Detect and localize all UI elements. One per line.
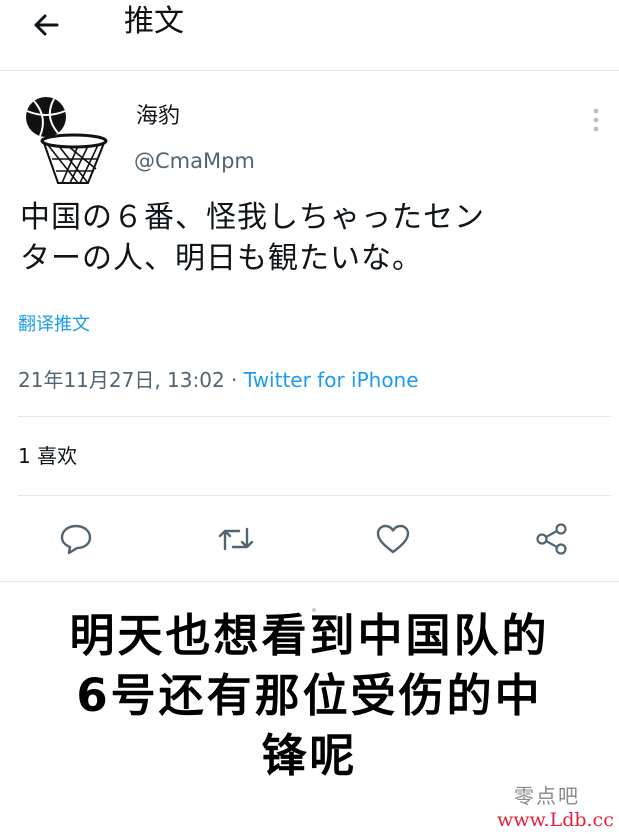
tweet-detail: 海豹 @CmaMpm 中国の６番、怪我しちゃったセン ターの人、明日も観たいな。…	[0, 71, 619, 582]
back-button[interactable]	[26, 5, 66, 45]
reply-button[interactable]	[56, 519, 96, 559]
divider	[18, 416, 611, 417]
reply-icon	[60, 524, 92, 555]
translate-tweet-link[interactable]: 翻译推文	[18, 313, 90, 337]
more-vertical-icon	[593, 108, 599, 132]
retweet-button[interactable]	[216, 519, 256, 559]
caption-line: 6号还有那位受伤的中	[76, 669, 543, 722]
top-bar: 推文	[0, 0, 619, 71]
watermark-url: www.Ldb.cc	[497, 809, 614, 831]
basketball-hoop-icon	[26, 97, 108, 184]
more-options-button[interactable]	[586, 105, 606, 135]
heart-icon	[376, 524, 410, 554]
author-display-name[interactable]: 海豹	[136, 103, 180, 131]
likes-count[interactable]: 1 喜欢	[18, 443, 77, 469]
arrow-left-icon	[34, 14, 59, 36]
tweet-text: 中国の６番、怪我しちゃったセン ターの人、明日も観たいな。	[20, 197, 610, 279]
tweet-source-link[interactable]: Twitter for iPhone	[244, 368, 419, 392]
retweet-icon	[218, 527, 254, 551]
page-title: 推文	[124, 4, 184, 39]
avatar[interactable]	[18, 89, 114, 189]
caption-line: 明天也想看到中国队的	[69, 609, 550, 662]
tweet-meta: 21年11月27日, 13:02 · Twitter for iPhone	[18, 367, 419, 393]
meta-separator: ·	[224, 368, 244, 392]
share-icon	[536, 523, 567, 555]
divider	[18, 495, 611, 496]
author-handle[interactable]: @CmaMpm	[134, 148, 255, 174]
watermark-site-name: 零点吧	[514, 784, 580, 808]
caption-line: 锋呢	[261, 729, 358, 782]
share-button[interactable]	[532, 519, 572, 559]
tweet-timestamp[interactable]: 21年11月27日, 13:02	[18, 368, 225, 392]
like-button[interactable]	[373, 519, 413, 559]
tweet-text-line: 中国の６番、怪我しちゃったセン	[20, 200, 485, 235]
tweet-text-line: ターの人、明日も観たいな。	[20, 241, 423, 276]
meme-caption: 明天也想看到中国队的 6号还有那位受伤的中 锋呢	[0, 606, 619, 786]
